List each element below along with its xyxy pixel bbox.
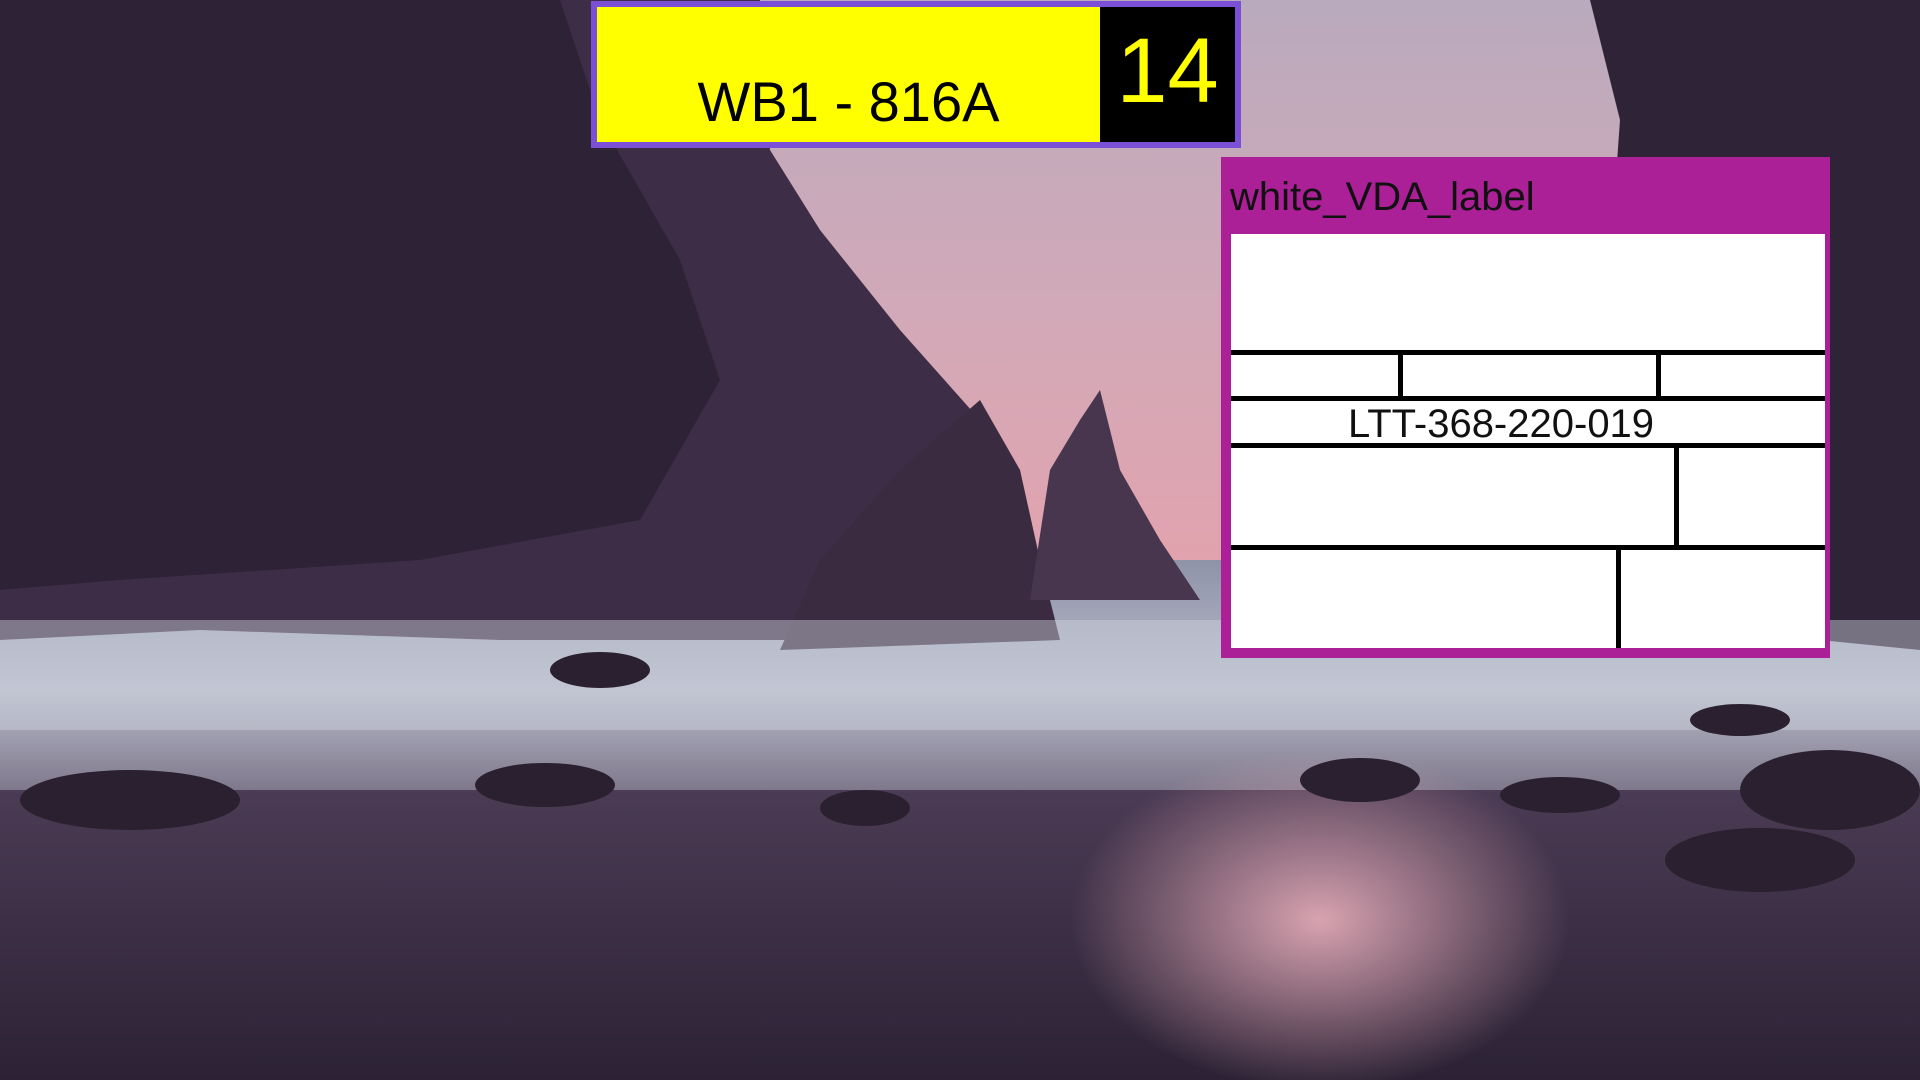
label-divider bbox=[1656, 350, 1661, 398]
label-divider bbox=[1231, 350, 1825, 355]
label-divider bbox=[1231, 396, 1825, 401]
label-divider bbox=[1674, 443, 1679, 547]
vehicle-plate: WB1 - 816A 14 bbox=[591, 1, 1241, 148]
plate-number: 14 bbox=[1100, 7, 1235, 142]
label-body: LTT-368-220-019 bbox=[1231, 234, 1825, 648]
label-panel: white_VDA_label LTT-368-220-019 bbox=[1221, 157, 1830, 658]
plate-text: WB1 - 816A bbox=[597, 7, 1100, 142]
label-code: LTT-368-220-019 bbox=[1347, 402, 1655, 446]
label-title: white_VDA_label bbox=[1230, 175, 1535, 219]
label-divider bbox=[1616, 545, 1621, 648]
label-divider bbox=[1398, 350, 1403, 398]
label-divider bbox=[1231, 545, 1825, 550]
label-divider bbox=[1231, 443, 1825, 448]
